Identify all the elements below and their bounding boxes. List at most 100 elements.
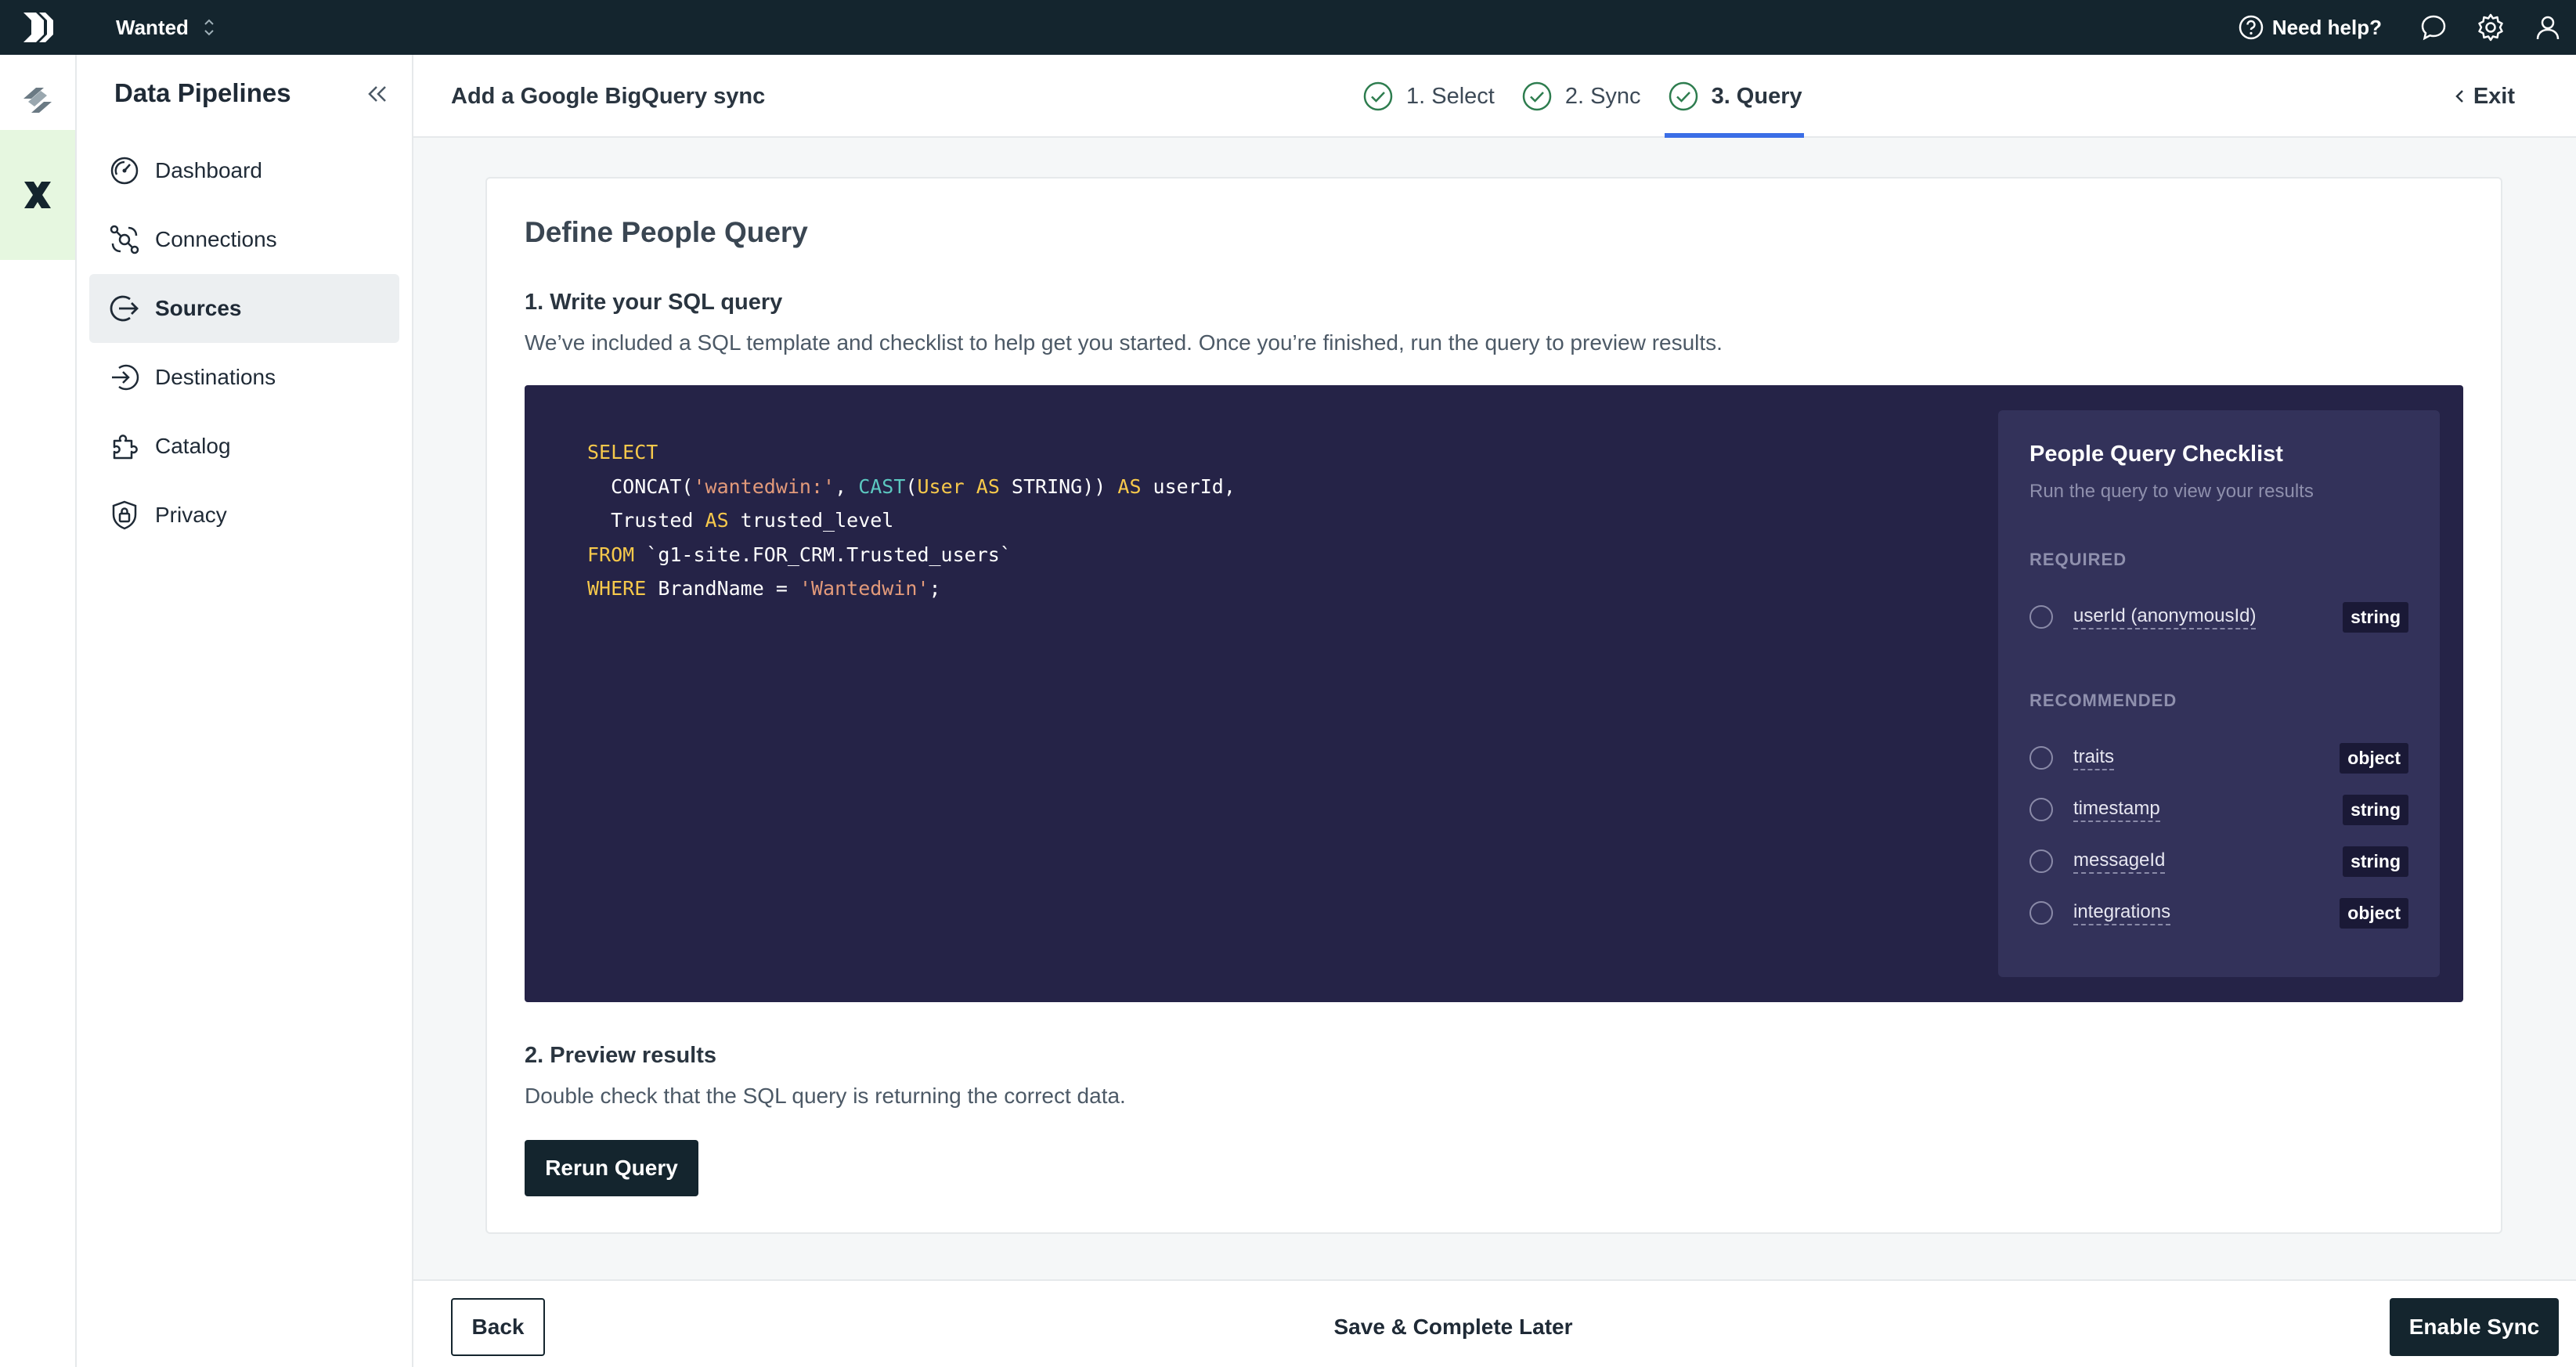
sidebar-item-privacy[interactable]: Privacy — [89, 481, 399, 550]
collapse-sidebar-button[interactable] — [362, 78, 393, 110]
rerun-query-button[interactable]: Rerun Query — [525, 1140, 698, 1196]
sql-text: `g1-site.FOR_CRM.Trusted_users` — [634, 543, 1012, 566]
people-query-checklist: People Query Checklist Run the query to … — [1998, 410, 2440, 977]
sidebar-item-label: Catalog — [155, 434, 231, 458]
checklist-group-required: REQUIRED — [2029, 550, 2127, 569]
logo-icon[interactable] — [20, 9, 56, 45]
checklist-item[interactable]: timestamp string — [2029, 794, 2408, 825]
sidebar-item-label: Dashboard — [155, 158, 262, 182]
checklist-item[interactable]: userId (anonymousId) string — [2029, 601, 2408, 633]
type-badge: object — [2340, 742, 2408, 774]
checklist-item[interactable]: traits object — [2029, 742, 2408, 774]
main-content: Define People Query 1. Write your SQL qu… — [413, 138, 2576, 1279]
checklist-item-label[interactable]: messageId — [2073, 849, 2166, 874]
gear-icon — [2478, 13, 2503, 41]
sql-keyword: AS — [976, 474, 1000, 498]
wizard-steps: 1. Select 2. Sync 3. Query — [1362, 55, 1829, 138]
double-chevron-left-icon — [368, 86, 386, 102]
checklist-item[interactable]: messageId string — [2029, 846, 2408, 877]
step-sync[interactable]: 2. Sync — [1521, 55, 1641, 138]
sql-text: STRING)) — [999, 474, 1118, 498]
section-title-preview: 2. Preview results — [525, 1043, 717, 1068]
sql-text: ; — [929, 577, 941, 600]
checklist-subtitle: Run the query to view your results — [2029, 481, 2314, 502]
check-circle-icon — [1669, 81, 1697, 111]
checklist-item-label[interactable]: integrations — [2073, 900, 2171, 925]
rail-item-data-pipelines-product[interactable] — [0, 130, 75, 260]
checklist-item-label[interactable]: timestamp — [2073, 797, 2160, 822]
dashboard-icon — [110, 157, 139, 185]
sidebar-item-label: Sources — [155, 296, 242, 320]
sql-text: userId, — [1141, 474, 1236, 498]
workspace-switch-icon — [204, 19, 214, 36]
checklist-group-recommended: RECOMMENDED — [2029, 691, 2177, 710]
sidebar-item-dashboard[interactable]: Dashboard — [89, 136, 399, 205]
checklist-item[interactable]: integrations object — [2029, 897, 2408, 929]
type-badge: string — [2343, 601, 2408, 633]
workspace-name: Wanted — [116, 15, 189, 39]
sidebar: Data Pipelines Dashboard Connections Sou… — [77, 55, 413, 1367]
section-desc-sql: We’ve included a SQL template and checkl… — [525, 330, 1723, 355]
sql-keyword: AS — [705, 509, 729, 532]
help-icon — [2239, 15, 2264, 40]
sql-code[interactable]: SELECT CONCAT('wantedwin:', CAST(User AS… — [587, 435, 1236, 606]
back-button[interactable]: Back — [451, 1298, 545, 1356]
sql-keyword: User — [917, 474, 965, 498]
chat-button[interactable] — [2419, 13, 2448, 41]
sql-string: 'Wantedwin' — [799, 577, 929, 600]
wizard-header: Add a Google BigQuery sync 1. Select 2. … — [413, 55, 2576, 138]
checklist-item-label[interactable]: userId (anonymousId) — [2073, 604, 2257, 629]
save-complete-later-button[interactable]: Save & Complete Later — [1312, 1298, 1594, 1356]
step-label: 3. Query — [1711, 83, 1802, 109]
checklist-title: People Query Checklist — [2029, 442, 2283, 467]
sql-keyword: FROM — [587, 543, 635, 566]
wizard-footer: Back Save & Complete Later Enable Sync — [413, 1279, 2576, 1367]
step-query[interactable]: 3. Query — [1664, 55, 1804, 138]
top-bar: Wanted Need help? — [0, 0, 2576, 55]
type-badge: string — [2343, 794, 2408, 825]
sql-text: trusted_level — [728, 509, 894, 532]
step-select[interactable]: 1. Select — [1362, 55, 1495, 138]
sql-text: BrandName = — [646, 577, 799, 600]
sql-editor[interactable]: SELECT CONCAT('wantedwin:', CAST(User AS… — [525, 385, 2463, 1002]
type-badge: string — [2343, 846, 2408, 877]
data-pipelines-product-icon — [24, 182, 51, 208]
sidebar-item-connections[interactable]: Connections — [89, 205, 399, 274]
sidebar-item-label: Destinations — [155, 365, 276, 389]
sql-text: CONCAT( — [587, 474, 694, 498]
exit-button[interactable]: Exit — [2455, 55, 2515, 138]
sidebar-item-catalog[interactable]: Catalog — [89, 412, 399, 481]
product-rail — [0, 55, 77, 1367]
privacy-icon — [112, 500, 137, 530]
rail-item-connections-product[interactable] — [0, 70, 75, 130]
enable-sync-button[interactable]: Enable Sync — [2390, 1298, 2559, 1356]
sidebar-title: Data Pipelines — [114, 78, 291, 107]
sidebar-item-destinations[interactable]: Destinations — [89, 343, 399, 412]
need-help-button[interactable]: Need help? — [2238, 14, 2382, 41]
check-circle-icon — [1522, 81, 1552, 111]
settings-button[interactable] — [2476, 13, 2506, 42]
sql-keyword: WHERE — [587, 577, 647, 600]
chevron-left-icon — [2455, 90, 2463, 103]
type-badge: object — [2340, 897, 2408, 929]
sidebar-item-label: Connections — [155, 227, 277, 251]
sidebar-item-label: Privacy — [155, 503, 227, 527]
section-desc-preview: Double check that the SQL query is retur… — [525, 1084, 1126, 1108]
page-title: Add a Google BigQuery sync — [451, 83, 766, 109]
checklist-item-label[interactable]: traits — [2073, 745, 2115, 770]
sql-keyword: SELECT — [587, 441, 658, 463]
status-circle-icon — [2029, 849, 2053, 873]
status-circle-icon — [2029, 746, 2053, 770]
sql-text: Trusted — [587, 509, 705, 532]
sidebar-nav: Dashboard Connections Sources Destinatio… — [89, 136, 399, 550]
connections-product-icon — [23, 88, 52, 113]
connections-icon — [110, 225, 139, 254]
status-circle-icon — [2029, 798, 2053, 821]
status-circle-icon — [2029, 605, 2053, 629]
need-help-label: Need help? — [2271, 15, 2382, 39]
chat-icon — [2421, 15, 2446, 41]
user-menu-button[interactable] — [2534, 13, 2562, 41]
sidebar-item-sources[interactable]: Sources — [89, 274, 399, 343]
workspace-switcher[interactable]: Wanted — [116, 0, 215, 55]
